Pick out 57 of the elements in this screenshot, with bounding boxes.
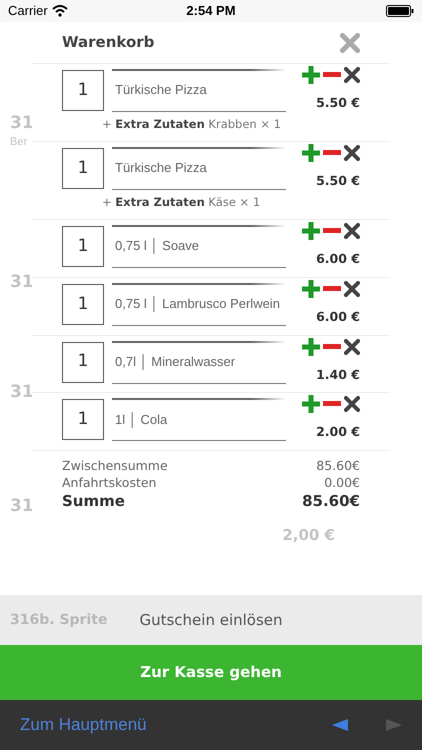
minus-icon[interactable]: [323, 228, 341, 234]
total-value: 85.60€: [316, 457, 360, 474]
cart-title: Warenkorb: [62, 32, 154, 54]
battery-icon: [386, 5, 414, 17]
total-value: 85.60€: [302, 491, 360, 512]
background-item-number: 31: [10, 494, 34, 516]
quantity-field[interactable]: 1: [62, 342, 104, 382]
delete-icon[interactable]: [344, 67, 360, 83]
item-extra: + Extra Zutaten Krabben × 1: [102, 116, 282, 133]
item-name-field[interactable]: 0,7l │ Mineralwasser: [112, 340, 286, 384]
item-price: 6.00 €: [316, 250, 360, 268]
item-extra: + Extra Zutaten Käse × 1: [102, 194, 262, 211]
item-name-field[interactable]: 1l │ Cola: [112, 398, 286, 442]
item-name-field[interactable]: 0,75 l │ Lambrusco Perlwein: [112, 282, 286, 326]
item-price: 5.50 €: [316, 172, 360, 190]
background-item-subtitle: Ber: [10, 135, 28, 150]
background-item-number: 31: [10, 380, 34, 402]
item-name-field[interactable]: 0,75 l │ Soave: [112, 225, 286, 268]
plus-icon[interactable]: [302, 395, 320, 414]
total-label: Zwischensumme: [62, 457, 168, 474]
delete-icon[interactable]: [344, 280, 360, 297]
total-label: Summe: [62, 491, 125, 512]
quantity-field[interactable]: 1: [62, 399, 104, 440]
background-price: 2,00 €: [282, 525, 335, 546]
item-name-field[interactable]: Türkische Pizza: [112, 69, 286, 112]
total-value: 0.00€: [324, 474, 360, 491]
plus-icon[interactable]: [302, 338, 320, 356]
main-menu-link[interactable]: Zum Hauptmenü: [20, 712, 147, 738]
quantity-field[interactable]: 1: [62, 148, 104, 189]
delete-icon[interactable]: [344, 396, 360, 412]
item-price: 2.00 €: [316, 423, 360, 442]
plus-icon[interactable]: [302, 144, 320, 162]
item-price: 1.40 €: [316, 366, 360, 384]
minus-icon[interactable]: [323, 401, 341, 408]
delete-icon[interactable]: [344, 223, 360, 239]
minus-icon[interactable]: [323, 344, 341, 350]
item-price: 6.00 €: [316, 308, 360, 326]
minus-icon[interactable]: [323, 72, 341, 78]
delete-icon[interactable]: [344, 338, 360, 354]
minus-icon[interactable]: [323, 150, 341, 156]
delete-icon[interactable]: [344, 145, 360, 161]
item-name-field[interactable]: Türkische Pizza: [112, 147, 286, 190]
plus-icon[interactable]: [302, 280, 320, 298]
minus-icon[interactable]: [323, 286, 341, 292]
quantity-field[interactable]: 1: [62, 70, 104, 111]
plus-icon[interactable]: [302, 66, 320, 84]
background-item-number: 31: [10, 270, 34, 292]
total-label: Anfahrtskosten: [62, 474, 156, 491]
quantity-field[interactable]: 1: [62, 226, 104, 267]
plus-icon[interactable]: [302, 222, 320, 240]
back-arrow-icon[interactable]: [332, 719, 348, 731]
wifi-icon: [52, 5, 68, 17]
carrier-label: Carrier: [8, 2, 48, 20]
item-price: 5.50 €: [316, 94, 360, 112]
status-time: 2:54 PM: [186, 2, 236, 20]
background-item-number: 31: [10, 112, 34, 134]
quantity-field[interactable]: 1: [62, 284, 104, 325]
